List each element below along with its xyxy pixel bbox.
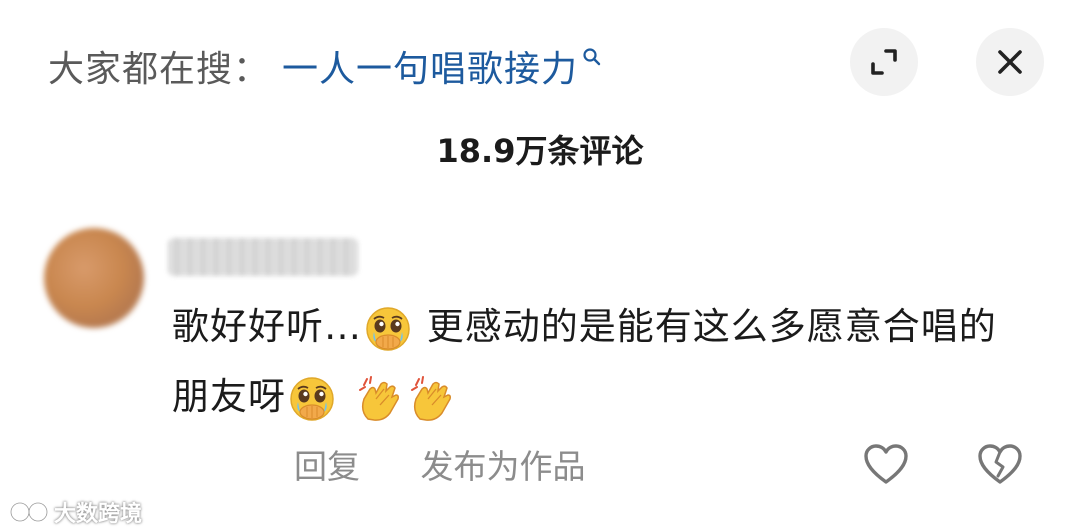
comment-body: 歌好好听… 更感动的是能有这么多愿意合唱的朋友呀 bbox=[172, 292, 1032, 432]
comment-actions: 回复 发布为作品 bbox=[294, 440, 636, 488]
avatar[interactable] bbox=[44, 228, 144, 328]
watermark: 大数跨境 bbox=[8, 494, 142, 530]
dislike-button[interactable] bbox=[972, 436, 1028, 492]
publish-as-work-button[interactable]: 发布为作品 bbox=[421, 447, 586, 486]
reply-button[interactable]: 回复 bbox=[294, 447, 360, 486]
search-term-link[interactable]: 一人一句唱歌接力 bbox=[282, 40, 578, 92]
comment-text-part1: 歌好好听… bbox=[172, 305, 362, 348]
search-icon bbox=[583, 48, 601, 66]
search-prefix-label: 大家都在搜： bbox=[48, 49, 271, 90]
heart-outline-icon bbox=[864, 444, 908, 484]
broken-heart-icon bbox=[978, 444, 1022, 484]
comment-sheet: 大家都在搜： 一人一句唱歌接力 18.9万条评论 歌好好听… 更感动的是能有这么… bbox=[0, 0, 1080, 532]
like-button[interactable] bbox=[858, 436, 914, 492]
clapping-hands-emoji bbox=[359, 375, 399, 421]
comment-count-title: 18.9万条评论 bbox=[436, 132, 644, 170]
pleading-face-emoji bbox=[366, 306, 410, 351]
username-blurred[interactable] bbox=[168, 238, 358, 276]
expand-icon bbox=[871, 49, 897, 75]
pleading-face-emoji bbox=[290, 376, 334, 421]
watermark-text: 大数跨境 bbox=[54, 502, 143, 527]
watermark-logo-icon bbox=[9, 501, 49, 523]
close-button[interactable] bbox=[976, 28, 1044, 96]
clapping-hands-emoji bbox=[411, 375, 451, 421]
expand-button[interactable] bbox=[850, 28, 918, 96]
close-icon bbox=[998, 50, 1022, 74]
search-suggestion[interactable]: 大家都在搜： 一人一句唱歌接力 bbox=[48, 36, 602, 96]
